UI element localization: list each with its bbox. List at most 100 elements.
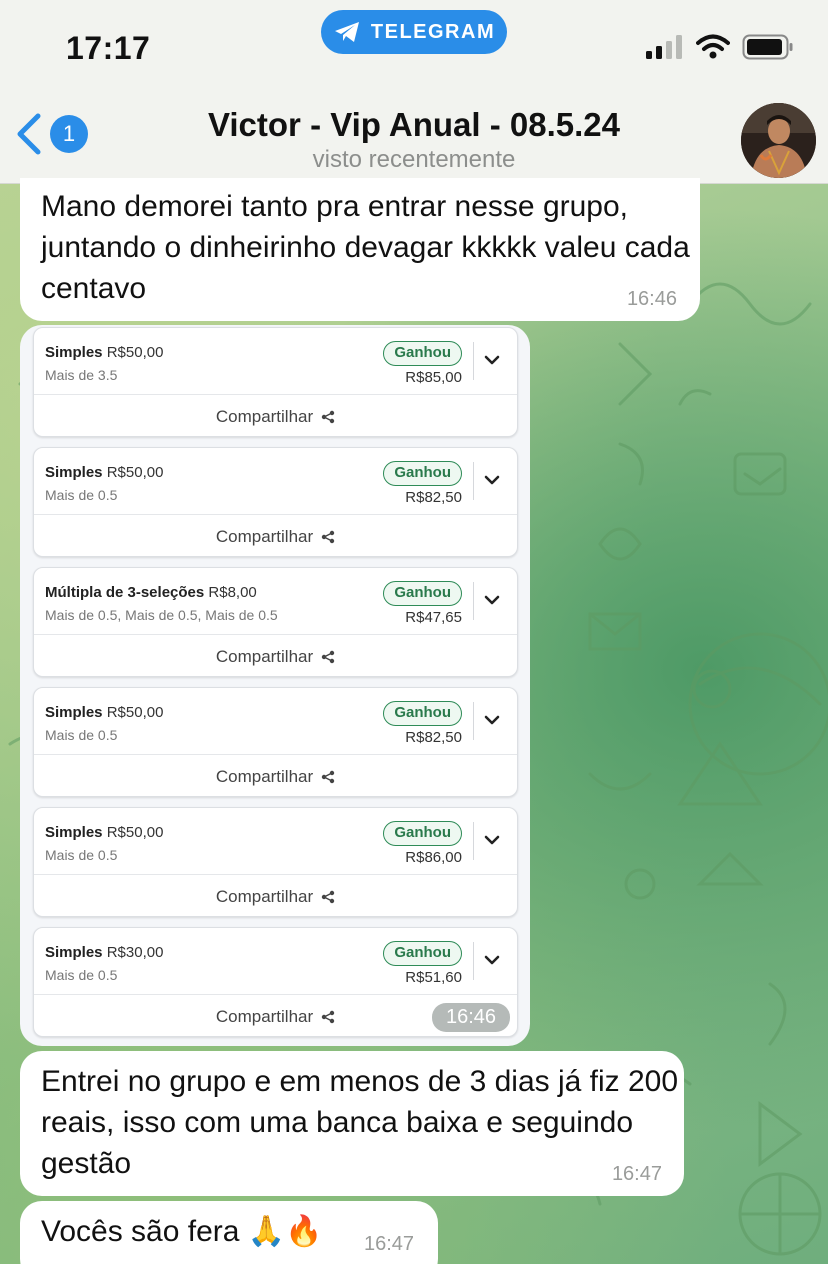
bet-market: Mais de 0.5 — [45, 967, 118, 983]
message-time: 16:47 — [364, 1233, 415, 1255]
bet-market: Mais de 3.5 — [45, 367, 118, 383]
message-time: 16:46 — [626, 288, 677, 310]
share-button[interactable]: Compartilhar — [34, 874, 517, 918]
message-text: Vocês são fera 🙏🔥 — [41, 1211, 323, 1252]
message-emoji: 🙏🔥 — [247, 1214, 323, 1249]
divider — [473, 822, 474, 860]
bet-payout: R$85,00 — [405, 369, 462, 386]
status-badge: Ganhou — [383, 461, 462, 486]
bet-payout: R$82,50 — [405, 729, 462, 746]
bet-market: Mais de 0.5 — [45, 727, 118, 743]
share-icon — [321, 770, 335, 783]
status-badge: Ganhou — [383, 581, 462, 606]
message-bubble[interactable]: Vocês são fera 🙏🔥 16:47 — [20, 1201, 438, 1264]
share-label: Compartilhar — [215, 1006, 314, 1026]
chevron-down-icon[interactable] — [484, 954, 500, 966]
chevron-down-icon[interactable] — [484, 714, 500, 726]
bet-stake: R$50,00 — [106, 464, 164, 481]
bet-stake: R$8,00 — [208, 584, 257, 601]
bet-title: Simples R$50,00 — [45, 824, 163, 841]
image-time-pill: 16:46 — [432, 1003, 511, 1032]
chat-last-seen: visto recentemente — [312, 146, 516, 173]
message-time: 16:47 — [611, 1163, 662, 1185]
status-time: 17:17 — [66, 30, 151, 66]
bet-summary: Simples R$30,00 Mais de 0.5 Ganhou R$51,… — [34, 928, 517, 994]
signal-icon — [646, 35, 682, 59]
status-badge: Ganhou — [383, 701, 462, 726]
status-badge: Ganhou — [383, 341, 462, 366]
bet-title: Simples R$50,00 — [45, 344, 163, 361]
share-icon — [321, 650, 335, 663]
share-icon — [321, 890, 335, 903]
bet-type: Simples — [45, 704, 103, 721]
avatar-photo — [741, 103, 816, 178]
share-button[interactable]: Compartilhar — [34, 634, 517, 678]
bet-card: Simples R$50,00 Mais de 0.5 Ganhou R$82,… — [33, 687, 518, 797]
bet-stake: R$50,00 — [106, 344, 164, 361]
chevron-down-icon[interactable] — [484, 834, 500, 846]
bet-stake: R$30,00 — [106, 944, 164, 961]
return-to-telegram-pill[interactable]: TELEGRAM — [321, 10, 507, 54]
share-label: Compartilhar — [215, 886, 314, 906]
chat-header-bar: 17:17 TELEGRAM 1 Victor - Vip Anual - 08… — [0, 0, 828, 184]
share-button[interactable]: Compartilhar — [34, 754, 517, 798]
telegram-plane-icon — [334, 22, 359, 42]
bet-payout: R$82,50 — [405, 489, 462, 506]
wifi-icon — [696, 34, 730, 59]
bet-type: Simples — [45, 824, 103, 841]
bet-summary: Múltipla de 3-seleções R$8,00 Mais de 0.… — [34, 568, 517, 634]
share-button[interactable]: Compartilhar — [34, 514, 517, 558]
share-label: Compartilhar — [215, 406, 314, 426]
bet-type: Simples — [45, 944, 103, 961]
bet-stake: R$50,00 — [106, 824, 164, 841]
message-text-content: Vocês são fera — [41, 1215, 240, 1248]
bet-card: Simples R$50,00 Mais de 3.5 Ganhou R$85,… — [33, 327, 518, 437]
message-text: Entrei no grupo e em menos de 3 dias já … — [41, 1065, 679, 1180]
chevron-down-icon[interactable] — [484, 354, 500, 366]
telegram-pill-label: TELEGRAM — [370, 20, 496, 43]
bet-summary: Simples R$50,00 Mais de 0.5 Ganhou R$86,… — [34, 808, 517, 874]
share-label: Compartilhar — [215, 766, 314, 786]
divider — [473, 462, 474, 500]
bet-card: Simples R$50,00 Mais de 0.5 Ganhou R$82,… — [33, 447, 518, 557]
message-bubble[interactable]: Mano demorei tanto pra entrar nesse grup… — [20, 178, 700, 321]
status-badge: Ganhou — [383, 821, 462, 846]
bet-payout: R$47,65 — [405, 609, 462, 626]
bet-title: Simples R$30,00 — [45, 944, 163, 961]
share-label: Compartilhar — [215, 526, 314, 546]
bet-title: Múltipla de 3-seleções R$8,00 — [45, 584, 257, 601]
bet-title: Simples R$50,00 — [45, 704, 163, 721]
share-label: Compartilhar — [215, 646, 314, 666]
avatar[interactable] — [741, 103, 816, 178]
bet-type: Simples — [45, 464, 103, 481]
status-icons — [646, 34, 794, 60]
bet-title: Simples R$50,00 — [45, 464, 163, 481]
bet-summary: Simples R$50,00 Mais de 0.5 Ganhou R$82,… — [34, 688, 517, 754]
share-button[interactable]: Compartilhar — [34, 394, 517, 438]
bet-market: Mais de 0.5, Mais de 0.5, Mais de 0.5 — [45, 607, 278, 623]
bet-type: Múltipla de 3-seleções — [45, 584, 205, 601]
divider — [473, 582, 474, 620]
share-icon — [321, 530, 335, 543]
bet-payout: R$86,00 — [405, 849, 462, 866]
bet-stake: R$50,00 — [106, 704, 164, 721]
chat-title[interactable]: Victor - Vip Anual - 08.5.24 — [0, 106, 828, 144]
bet-card: Múltipla de 3-seleções R$8,00 Mais de 0.… — [33, 567, 518, 677]
bet-summary: Simples R$50,00 Mais de 3.5 Ganhou R$85,… — [34, 328, 517, 394]
bet-market: Mais de 0.5 — [45, 847, 118, 863]
chevron-down-icon[interactable] — [484, 474, 500, 486]
message-text: Mano demorei tanto pra entrar nesse grup… — [41, 190, 690, 305]
divider — [473, 342, 474, 380]
chevron-down-icon[interactable] — [484, 594, 500, 606]
share-icon — [321, 410, 335, 423]
divider — [473, 942, 474, 980]
status-badge: Ganhou — [383, 941, 462, 966]
message-bubble[interactable]: Entrei no grupo e em menos de 3 dias já … — [20, 1051, 684, 1196]
bet-type: Simples — [45, 344, 103, 361]
battery-icon — [742, 34, 793, 60]
bet-summary: Simples R$50,00 Mais de 0.5 Ganhou R$82,… — [34, 448, 517, 514]
bet-payout: R$51,60 — [405, 969, 462, 986]
bet-card: Simples R$50,00 Mais de 0.5 Ganhou R$86,… — [33, 807, 518, 917]
share-icon — [321, 1010, 335, 1023]
bet-market: Mais de 0.5 — [45, 487, 118, 503]
